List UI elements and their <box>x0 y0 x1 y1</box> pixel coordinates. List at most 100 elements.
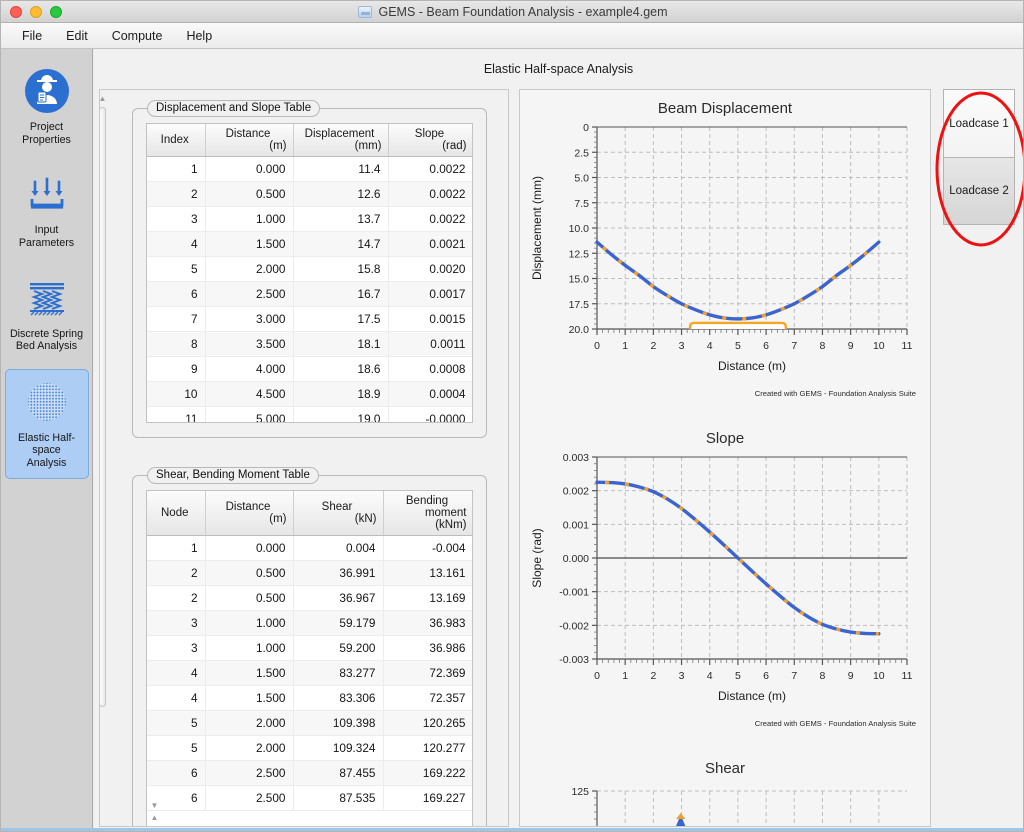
scrollbar-thumb[interactable] <box>100 107 106 707</box>
table-cell: 9 <box>147 356 206 382</box>
sidebar-item-elastic-half-space-analysis[interactable]: Elastic Half-space Analysis <box>4 368 89 479</box>
table-row[interactable]: 9 4.000 18.6 0.0008 <box>147 356 472 382</box>
table-row[interactable]: 6 2.500 16.7 0.0017 <box>147 281 472 307</box>
scroll-down-icon[interactable]: ▼ <box>148 799 161 811</box>
table-row[interactable]: 8 3.500 18.1 0.0011 <box>147 331 472 357</box>
table-header-row: Index Distance (m) Displacement (mm) Slope… <box>147 124 472 157</box>
sidebar-item-label: Input Parameters <box>18 224 75 249</box>
col-index[interactable]: Index <box>147 124 206 157</box>
table-cell: 18.6 <box>293 356 389 382</box>
shear-moment-table[interactable]: Node Distance (m) Shear (kN) Bending moment… <box>147 491 472 811</box>
table-row[interactable]: 3 1.000 13.7 0.0022 <box>147 206 472 232</box>
table-cell: 5 <box>147 710 206 736</box>
table-row[interactable]: 3 1.000 59.200 36.986 <box>147 635 472 661</box>
table-cell: 1.000 <box>205 206 294 232</box>
sidebar-item-discrete-spring-bed-analysis[interactable]: Discrete Spring Bed Analysis <box>5 266 89 361</box>
svg-text:10: 10 <box>873 340 885 352</box>
main-content: Elastic Half-space Analysis Displacement… <box>94 49 1023 831</box>
svg-text:0.003: 0.003 <box>563 452 589 464</box>
table-row[interactable]: 7 3.000 17.5 0.0015 <box>147 306 472 332</box>
table-row[interactable]: 5 2.000 15.8 0.0020 <box>147 256 472 282</box>
col-slope[interactable]: Slope (rad) <box>388 124 472 157</box>
svg-text:0.000: 0.000 <box>563 553 589 565</box>
shear-chart: Shear 125 <box>520 750 930 827</box>
table-cell: 18.1 <box>293 331 389 357</box>
table-cell: 2.000 <box>205 710 294 736</box>
table-cell: 11.4 <box>293 156 389 182</box>
table-row[interactable]: 10 4.500 18.9 0.0004 <box>147 381 472 407</box>
table-cell: 3 <box>147 635 206 661</box>
table-cell: 83.277 <box>293 660 384 686</box>
table-row[interactable]: 4 1.500 14.7 0.0021 <box>147 231 472 257</box>
menu-compute[interactable]: Compute <box>103 26 172 46</box>
maximize-button[interactable] <box>50 5 62 18</box>
scroll-up-icon[interactable]: ▲ <box>100 92 108 104</box>
col-shear[interactable]: Shear (kN) <box>293 491 384 536</box>
svg-text:0: 0 <box>594 340 600 352</box>
table-cell: 1.500 <box>205 660 294 686</box>
window-controls[interactable] <box>1 5 62 18</box>
table-row[interactable]: 1 0.000 11.4 0.0022 <box>147 156 472 182</box>
svg-text:0: 0 <box>583 122 589 134</box>
table-cell: 4.500 <box>205 381 294 407</box>
displacement-slope-table-wrap: Index Distance (m) Displacement (mm) Slope… <box>146 123 473 423</box>
table-cell: 1.500 <box>205 685 294 711</box>
col-node[interactable]: Node <box>147 491 206 536</box>
svg-text:11: 11 <box>902 340 913 352</box>
displacement-slope-table[interactable]: Index Distance (m) Displacement (mm) Slope… <box>147 124 472 422</box>
sidebar-item-input-parameters[interactable]: Input Parameters <box>5 162 89 257</box>
table-row[interactable]: 3 1.000 59.179 36.983 <box>147 610 472 636</box>
table-cell: 120.277 <box>383 735 472 761</box>
col-distance[interactable]: Distance (m) <box>205 491 294 536</box>
tab-loadcase-2[interactable]: Loadcase 2 <box>943 157 1015 225</box>
table-row[interactable]: 4 1.500 83.306 72.357 <box>147 685 472 711</box>
table-cell: 2.500 <box>205 785 294 811</box>
table-row[interactable]: 5 2.000 109.324 120.277 <box>147 735 472 761</box>
table-row[interactable]: 4 1.500 83.277 72.369 <box>147 660 472 686</box>
tab-loadcase-1[interactable]: Loadcase 1 <box>943 89 1015 157</box>
table-cell: 2 <box>147 560 206 586</box>
table-cell: 3 <box>147 610 206 636</box>
table-cell: -0.004 <box>383 535 472 561</box>
table-row[interactable]: 2 0.500 12.6 0.0022 <box>147 181 472 207</box>
col-distance[interactable]: Distance (m) <box>205 124 294 157</box>
svg-text:3: 3 <box>679 670 685 682</box>
table-cell: 6 <box>147 281 206 307</box>
table-row[interactable]: 6 2.500 87.455 169.222 <box>147 760 472 786</box>
table-row[interactable]: 2 0.500 36.967 13.169 <box>147 585 472 611</box>
table-cell: 169.222 <box>383 760 472 786</box>
table-cell: 1 <box>147 535 206 561</box>
half-space-dots-icon <box>23 378 71 426</box>
table-cell: 109.324 <box>293 735 384 761</box>
table-cell: 6 <box>147 760 206 786</box>
table-row[interactable]: 5 2.000 109.398 120.265 <box>147 710 472 736</box>
table-row[interactable]: 6 2.500 87.535 169.227 <box>147 785 472 811</box>
table-row[interactable]: 2 0.500 36.991 13.161 <box>147 560 472 586</box>
displacement-slope-table-body: 1 0.000 11.4 0.0022 2 0.500 12.6 0.0022 3 1.000 13… <box>147 156 472 422</box>
menu-help[interactable]: Help <box>177 26 221 46</box>
minimize-button[interactable] <box>30 5 42 18</box>
scroll-up-icon[interactable]: ▲ <box>148 811 161 823</box>
table-cell: 1.000 <box>205 635 294 661</box>
menu-file[interactable]: File <box>13 26 51 46</box>
shear-plot[interactable]: 125 <box>525 777 925 827</box>
menu-edit[interactable]: Edit <box>57 26 97 46</box>
table-cell: 1.000 <box>205 610 294 636</box>
chart-credit: Created with GEMS - Foundation Analysis … <box>754 389 916 398</box>
close-button[interactable] <box>10 5 22 18</box>
table-cell: 0.000 <box>205 535 294 561</box>
shear-moment-table-wrap: Node Distance (m) Shear (kN) Bending moment… <box>146 490 473 826</box>
shear-moment-table-body: 1 0.000 0.004 -0.004 2 0.500 36.991 13.161 2 0.50… <box>147 535 472 811</box>
slope-plot[interactable]: -0.003 -0.002 -0.001 0.000 0.001 0.002 0.003 0 1… <box>525 447 925 717</box>
table-row[interactable]: 11 5.000 19.0 -0.0000 <box>147 406 472 422</box>
loadcase-tabs: Loadcase 1 Loadcase 2 <box>943 89 1019 827</box>
svg-text:15.0: 15.0 <box>569 274 590 286</box>
table-row[interactable]: 1 0.000 0.004 -0.004 <box>147 535 472 561</box>
col-displacement[interactable]: Displacement (mm) <box>293 124 389 157</box>
svg-text:11: 11 <box>902 670 913 682</box>
beam-displacement-plot[interactable]: 0 2.5 5.0 7.5 10.0 12.5 15.0 17.5 20.0 0 1 2 3 4 5 6 7 8 9… <box>525 117 925 387</box>
sidebar-item-project-properties[interactable]: Project Properties <box>5 59 89 154</box>
table-cell: 5 <box>147 256 206 282</box>
col-bending-moment[interactable]: Bending moment (kNm) <box>383 491 472 536</box>
scroll-down-icon[interactable]: ▼ <box>100 90 108 92</box>
